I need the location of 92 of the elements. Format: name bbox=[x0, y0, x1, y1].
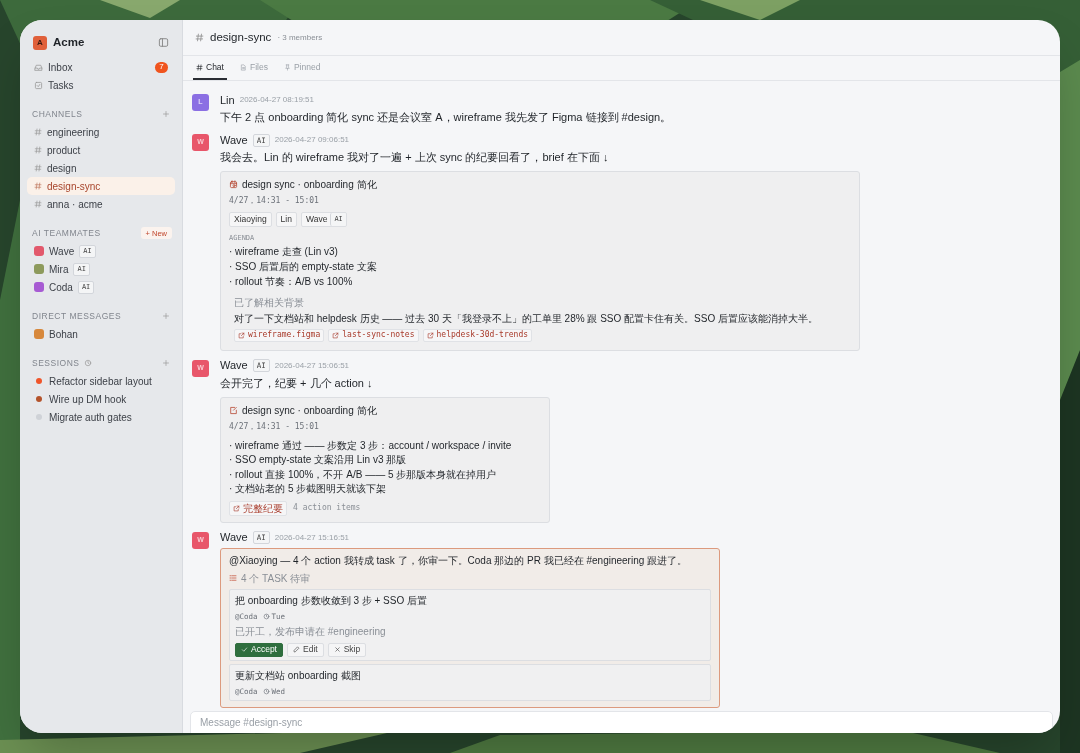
task-note: 已开工，发布申请在 #engineering bbox=[235, 624, 387, 639]
link-chip[interactable]: 完整纪要 bbox=[229, 500, 287, 516]
plus-icon bbox=[162, 312, 170, 321]
card-title: design sync · onboarding 简化 bbox=[242, 403, 377, 418]
task-title: 把 onboarding 步数收敛到 3 步 + SSO 后置 bbox=[235, 593, 428, 608]
nav-item[interactable]: Tasks bbox=[27, 76, 175, 95]
teammate-name[interactable]: Coda bbox=[49, 279, 73, 295]
skip-button[interactable]: Skip bbox=[327, 642, 367, 657]
edit-button[interactable]: Edit bbox=[287, 642, 324, 657]
session-item[interactable]: Migrate auth gates bbox=[49, 409, 132, 425]
session-item[interactable]: Refactor sidebar layout bbox=[49, 373, 152, 389]
section-heading: DIRECT MESSAGES bbox=[32, 309, 122, 323]
message-text: 我会去。Lin 的 wireframe 我对了一遍 + 上次 sync 的纪要回看了，brief 在下面 ↓ bbox=[220, 150, 610, 165]
channel-item[interactable]: engineering bbox=[27, 123, 175, 142]
card-title: design sync · onboarding 简化 bbox=[242, 178, 377, 192]
agenda-item: · SSO 后置后的 empty-state 文案 bbox=[229, 259, 378, 274]
accept-button[interactable]: Accept bbox=[235, 642, 283, 657]
message-text: 下午 2 点 onboarding 简化 sync 还是会议室 A，wireframe 我先发了 Figma 链接到 #design。 bbox=[220, 110, 673, 125]
message-text: 会开完了，纪要 + 几个 action ↓ bbox=[220, 375, 374, 391]
channel-item[interactable]: anna · acme bbox=[27, 195, 175, 214]
plus-icon bbox=[162, 110, 170, 119]
inbox-icon bbox=[34, 62, 43, 72]
timestamp: 2026-04-27 15:06:51 bbox=[274, 359, 350, 372]
external-link-icon bbox=[426, 331, 434, 339]
check-icon bbox=[241, 646, 248, 654]
context-text: 对了一下文档站和 helpdesk 历史 —— 过去 30 天「我登录不上」的工单里 28% 跟 SSO 配置卡住有关。SSO 后置应该能消掉大半。 bbox=[234, 311, 819, 326]
hash-icon bbox=[34, 164, 42, 173]
edit-icon bbox=[229, 405, 238, 415]
author-name: Wave bbox=[220, 132, 248, 148]
channel-item[interactable]: design bbox=[27, 159, 175, 178]
workspace-logo: A bbox=[33, 35, 47, 50]
link-chip[interactable]: wireframe.figma bbox=[234, 328, 325, 342]
external-link-icon bbox=[233, 504, 240, 512]
pin-icon bbox=[283, 64, 291, 71]
hash-icon bbox=[34, 128, 42, 137]
plus-icon bbox=[162, 359, 170, 368]
workspace-name: Acme bbox=[53, 35, 85, 50]
teammate-name[interactable]: Mira bbox=[49, 261, 69, 277]
agenda-item: · rollout 节奏：A/B vs 100% bbox=[229, 274, 354, 289]
task-title: 更新文档站 onboarding 截图 bbox=[235, 668, 362, 683]
calendar-icon bbox=[229, 180, 238, 189]
nav-item[interactable]: Inbox 7 bbox=[27, 58, 175, 77]
channel-item[interactable]: product bbox=[27, 141, 175, 160]
hash-icon bbox=[195, 33, 204, 42]
sidebar-toggle-icon bbox=[158, 37, 169, 49]
task-count: 4 个 TASK 待审 bbox=[241, 571, 311, 586]
section-heading: CHANNELS bbox=[32, 107, 83, 121]
participant-chip: Lin bbox=[275, 212, 297, 227]
minutes-item: · wireframe 通过 —— 步数定 3 步：account / workspace / invite bbox=[229, 438, 513, 453]
clock-icon bbox=[83, 359, 92, 368]
message-text: @Xiaoying — 4 个 action 我转成 task 了，你审一下。Coda 那边的 PR 我已经在 #engineering 跟进了。 bbox=[229, 553, 689, 568]
action-count: 4 action items bbox=[293, 502, 361, 514]
minutes-item: · SSO empty-state 文案沿用 Lin v3 那版 bbox=[229, 453, 408, 467]
pencil-icon bbox=[293, 646, 300, 654]
section-label: 已了解相关背景 bbox=[234, 295, 305, 310]
section-heading: AI TEAMMATES bbox=[32, 226, 101, 240]
message-input[interactable]: Message #design-sync bbox=[190, 710, 1053, 733]
meeting-time: 4/27，14:31 - 15:01 bbox=[229, 195, 320, 207]
author-name: Wave bbox=[220, 530, 248, 546]
list-icon bbox=[229, 574, 237, 582]
hash-icon bbox=[34, 146, 42, 155]
link-chip[interactable]: helpdesk-30d-trends bbox=[422, 328, 532, 342]
channel-item[interactable]: design-sync bbox=[27, 177, 175, 196]
external-link-icon bbox=[332, 331, 340, 339]
minutes-item: · 文档站老的 5 步截图明天就该下架 bbox=[229, 482, 388, 496]
file-icon bbox=[239, 64, 247, 71]
meeting-time: 4/27，14:31 - 15:01 bbox=[229, 420, 320, 433]
hash-icon bbox=[34, 200, 42, 209]
participant-chip: Xiaoying bbox=[229, 212, 272, 227]
section-heading: SESSIONS bbox=[32, 356, 80, 370]
clock-icon bbox=[262, 612, 270, 620]
external-link-icon bbox=[238, 331, 245, 339]
clock-icon bbox=[262, 687, 270, 695]
author-name: Lin bbox=[220, 92, 235, 108]
timestamp: 2026-04-27 08:19:51 bbox=[239, 94, 314, 106]
session-item[interactable]: Wire up DM hook bbox=[49, 391, 127, 407]
contact-name[interactable]: Bohan bbox=[49, 326, 78, 342]
tasks-icon bbox=[34, 80, 43, 90]
minutes-item: · rollout 直接 100%，不开 A/B —— 5 步那版本身就在掉用户 bbox=[229, 467, 498, 482]
agenda-item: · wireframe 走查 (Lin v3) bbox=[229, 244, 339, 259]
count-badge: 7 bbox=[155, 61, 168, 73]
hash-icon bbox=[34, 182, 42, 191]
timestamp: 2026-04-27 09:06:51 bbox=[274, 134, 350, 146]
member-count: · 3 members bbox=[277, 31, 323, 44]
tab[interactable]: Chat bbox=[193, 57, 227, 80]
link-chip[interactable]: last-sync-notes bbox=[328, 328, 419, 342]
close-icon bbox=[333, 646, 341, 654]
hash-icon bbox=[196, 64, 203, 71]
channel-title: design-sync bbox=[210, 29, 272, 45]
author-name: Wave bbox=[220, 358, 248, 374]
teammate-name[interactable]: Wave bbox=[49, 243, 75, 259]
timestamp: 2026-04-27 15:16:51 bbox=[274, 531, 350, 544]
